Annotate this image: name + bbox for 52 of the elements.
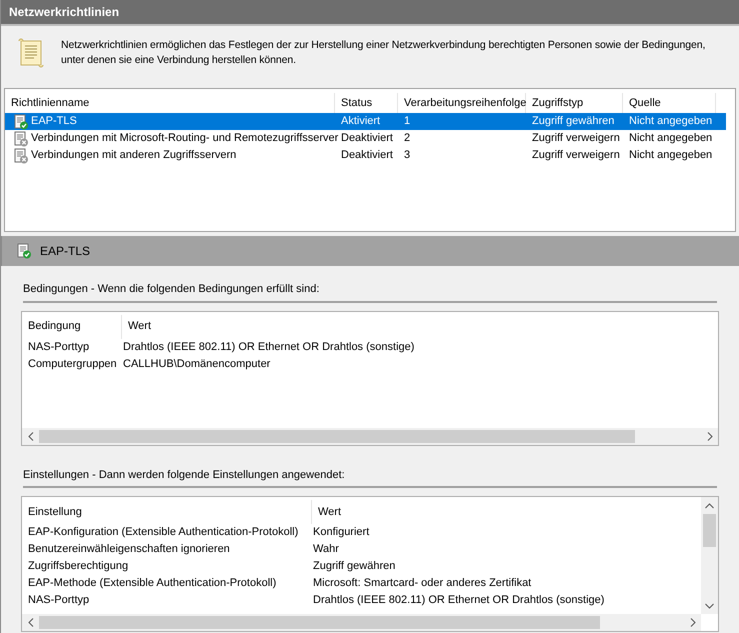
policy-disabled-icon: [13, 148, 29, 164]
table-cell-text: Nicht angegeben: [629, 114, 712, 130]
table-cell-text: Computergruppen: [27, 356, 118, 372]
window-title: Netzwerkrichtlinien: [1, 0, 739, 26]
table-cell-text: Verbindungen mit Microsoft-Routing- und Remotezugriffsserver: [31, 131, 338, 146]
policy-check-icon: [16, 243, 32, 259]
table-cell-text: CALLHUB\Domänencomputer: [122, 356, 270, 372]
table-cell-text: Aktiviert: [341, 114, 380, 130]
table-cell-text: EAP-TLS: [31, 114, 77, 130]
table-cell-text: EAP-Konfiguration (Extensible Authentication-Protokoll): [27, 525, 300, 540]
table-cell-text: Drahtlos (IEEE 802.11) OR Ethernet OR Drahtlos (sonstige): [122, 340, 414, 355]
policy-check-icon: [13, 114, 29, 130]
horizontal-scrollbar[interactable]: [22, 428, 718, 444]
table-cell-text: Zugriff verweigern: [532, 148, 620, 164]
scroll-thumb[interactable]: [39, 616, 600, 629]
column-header[interactable]: Wert: [122, 318, 152, 335]
table-cell-text: Benutzereinwähleigenschaften ignorieren: [27, 542, 231, 558]
details-title: EAP-TLS: [40, 243, 90, 260]
scroll-document-icon: [17, 38, 45, 68]
table-cell-text: Zugriff gewähren: [312, 559, 396, 574]
horizontal-scrollbar[interactable]: [22, 614, 701, 631]
table-cell-text: 2: [404, 131, 410, 146]
table-cell-text: NAS-Porttyp: [27, 593, 90, 608]
column-header[interactable]: Einstellung: [22, 500, 312, 524]
column-header[interactable]: Wert: [312, 504, 342, 520]
table-cell-text: Zugriffsberechtigung: [27, 559, 130, 574]
section-heading: Einstellungen - Dann werden folgende Einstellungen angewendet:: [23, 466, 717, 488]
table-cell-text: Microsoft: Smartcard- oder anderes Zertifikat: [312, 576, 532, 592]
table-cell-text: Drahtlos (IEEE 802.11) OR Ethernet OR Drahtlos (sonstige): [312, 593, 604, 608]
table-cell-text: Nicht angegeben: [629, 131, 712, 146]
section-heading: Bedingungen - Wenn die folgenden Bedingungen erfüllt sind:: [23, 281, 717, 302]
table-cell-text: 3: [404, 148, 410, 164]
vertical-scrollbar[interactable]: [701, 497, 718, 614]
table-cell-text: Wahr: [312, 542, 339, 558]
policy-row[interactable]: Verbindungen mit anderen Zugriffsservern Deaktiviert 3 Zugriff verweigern Nicht angegeben: [5, 147, 726, 164]
table-cell-text: NAS-Porttyp: [27, 340, 90, 355]
table-cell-text: EAP-Methode (Extensible Authentication-Protokoll): [27, 576, 278, 592]
table-cell-text: Deaktiviert: [341, 131, 393, 146]
scroll-thumb[interactable]: [703, 514, 716, 547]
policy-disabled-icon: [13, 130, 29, 146]
table-cell-text: Verbindungen mit anderen Zugriffsservern: [31, 148, 236, 164]
column-header[interactable]: Bedingung: [22, 314, 122, 338]
description-text: Netzwerkrichtlinien ermöglichen das Festlegen der zur Herstellung einer Netzwerkverbindung berechtigten Personen sowie der Bedingungen, unter denen sie eine Verbindung herstellen können.: [61, 38, 706, 68]
policy-row[interactable]: EAP-TLS Aktiviert 1 Zugriff gewähren Nicht angegeben: [5, 113, 726, 130]
table-cell-text: Konfiguriert: [312, 525, 370, 540]
table-cell-text: Deaktiviert: [341, 148, 393, 164]
table-cell-text: Nicht angegeben: [629, 148, 712, 164]
scroll-thumb[interactable]: [39, 430, 635, 442]
table-cell-text: Zugriff verweigern: [532, 131, 620, 146]
policy-row[interactable]: Verbindungen mit Microsoft-Routing- und Remotezugriffsserver Deaktiviert 2 Zugriff verweigern Nicht angegeben: [5, 130, 726, 147]
table-cell-text: Zugriff gewähren: [532, 114, 614, 130]
table-cell-text: 1: [404, 114, 410, 130]
